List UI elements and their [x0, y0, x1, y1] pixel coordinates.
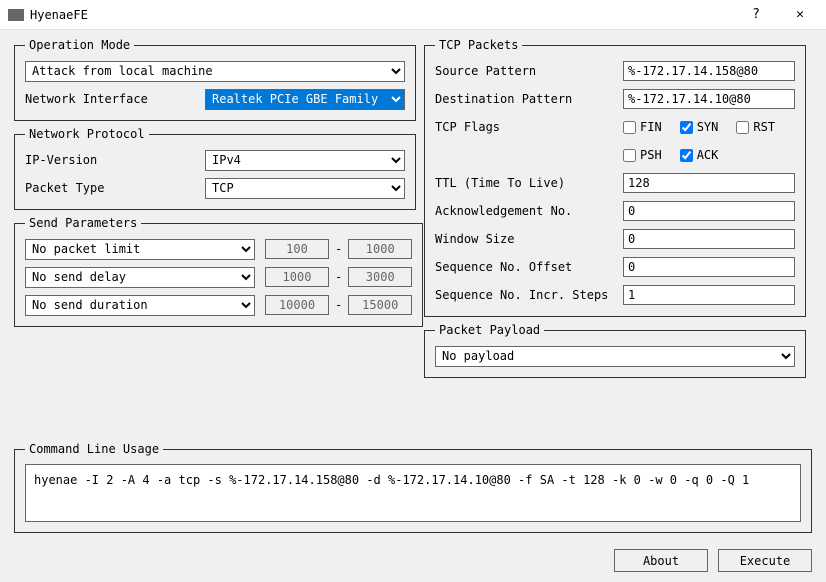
packet-payload-group: Packet Payload No payload — [424, 323, 806, 378]
command-line-output: hyenae -I 2 -A 4 -a tcp -s %-172.17.14.1… — [25, 464, 801, 522]
app-icon — [8, 9, 24, 21]
operation-mode-group: Operation Mode Attack from local machine… — [14, 38, 416, 121]
ttl-input[interactable] — [623, 173, 795, 193]
window-title: HyenaeFE — [30, 8, 734, 22]
tcp-packets-group: TCP Packets Source Pattern Destination P… — [424, 38, 806, 317]
ack-checkbox[interactable] — [680, 149, 693, 162]
network-protocol-group: Network Protocol IP-Version IPv4 Packet … — [14, 127, 416, 210]
send-delay-max — [348, 267, 412, 287]
packet-limit-min — [265, 239, 329, 259]
send-duration-select[interactable]: No send duration — [25, 295, 255, 316]
packet-type-select[interactable]: TCP — [205, 178, 405, 199]
ttl-label: TTL (Time To Live) — [435, 176, 623, 190]
seq-incr-label: Sequence No. Incr. Steps — [435, 288, 623, 302]
packet-limit-max — [348, 239, 412, 259]
execute-button[interactable]: Execute — [718, 549, 812, 572]
packet-limit-select[interactable]: No packet limit — [25, 239, 255, 260]
fin-checkbox[interactable] — [623, 121, 636, 134]
network-interface-label: Network Interface — [25, 92, 205, 106]
network-interface-select[interactable]: Realtek PCIe GBE Family Con — [205, 89, 405, 110]
about-button[interactable]: About — [614, 549, 708, 572]
tcp-flags-label: TCP Flags — [435, 120, 623, 134]
destination-pattern-input[interactable] — [623, 89, 795, 109]
ip-version-select[interactable]: IPv4 — [205, 150, 405, 171]
source-pattern-label: Source Pattern — [435, 64, 623, 78]
attack-mode-select[interactable]: Attack from local machine — [25, 61, 405, 82]
send-duration-max — [348, 295, 412, 315]
ack-no-label: Acknowledgement No. — [435, 204, 623, 218]
window-size-input[interactable] — [623, 229, 795, 249]
send-delay-select[interactable]: No send delay — [25, 267, 255, 288]
ack-no-input[interactable] — [623, 201, 795, 221]
window-size-label: Window Size — [435, 232, 623, 246]
source-pattern-input[interactable] — [623, 61, 795, 81]
syn-checkbox[interactable] — [680, 121, 693, 134]
send-delay-min — [265, 267, 329, 287]
titlebar: HyenaeFE ? ✕ — [0, 0, 826, 30]
help-button[interactable]: ? — [734, 1, 778, 29]
seq-incr-input[interactable] — [623, 285, 795, 305]
packet-type-label: Packet Type — [25, 181, 205, 195]
psh-checkbox[interactable] — [623, 149, 636, 162]
close-button[interactable]: ✕ — [778, 1, 822, 29]
seq-offset-label: Sequence No. Offset — [435, 260, 623, 274]
payload-select[interactable]: No payload — [435, 346, 795, 367]
destination-pattern-label: Destination Pattern — [435, 92, 623, 106]
ip-version-label: IP-Version — [25, 153, 205, 167]
rst-checkbox[interactable] — [736, 121, 749, 134]
command-line-group: Command Line Usage hyenae -I 2 -A 4 -a t… — [14, 442, 812, 533]
send-duration-min — [265, 295, 329, 315]
send-parameters-group: Send Parameters No packet limit - No sen… — [14, 216, 423, 327]
seq-offset-input[interactable] — [623, 257, 795, 277]
